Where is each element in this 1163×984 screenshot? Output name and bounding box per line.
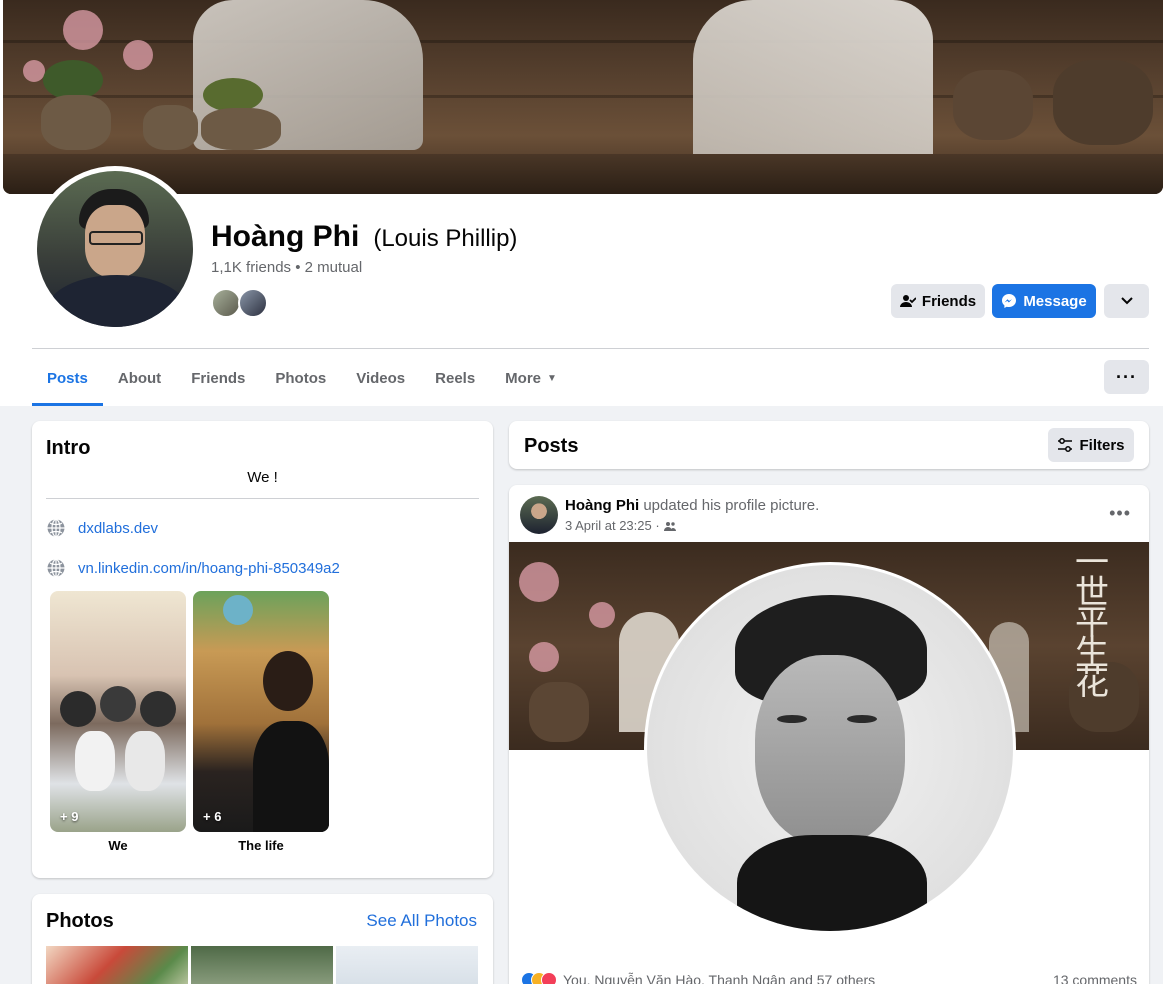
- see-all-photos-link[interactable]: See All Photos: [366, 911, 477, 931]
- posts-header-card: Posts Filters: [509, 421, 1149, 469]
- filters-label: Filters: [1079, 436, 1125, 454]
- featured-count: + 6: [203, 809, 222, 824]
- intro-bio: We !: [247, 469, 278, 486]
- post-reactions[interactable]: You, Nguyễn Văn Hào, Thanh Ngân and 57 o…: [521, 972, 875, 984]
- photo-thumbnail[interactable]: [191, 946, 333, 984]
- featured-collection-we[interactable]: + 9: [50, 591, 186, 832]
- friends-button[interactable]: Friends: [891, 284, 985, 318]
- post-author-line: Hoàng Phi updated his profile picture.: [565, 497, 819, 514]
- friends-button-label: Friends: [921, 292, 977, 310]
- message-button-label: Message: [1023, 292, 1087, 310]
- tab-reels[interactable]: Reels: [420, 350, 490, 406]
- messenger-icon: [1002, 294, 1017, 308]
- profile-tabs: Posts About Friends Photos Videos Reels …: [32, 350, 572, 406]
- photo-thumbnail[interactable]: [46, 946, 188, 984]
- tab-friends[interactable]: Friends: [176, 350, 260, 406]
- profile-alternate-name: (Louis Phillip): [373, 225, 518, 252]
- post-comments-count[interactable]: 13 comments: [1053, 972, 1137, 984]
- posts-title: Posts: [524, 435, 579, 457]
- featured-count: + 9: [60, 809, 79, 824]
- profile-name: Hoàng Phi: [211, 220, 360, 253]
- post-author-avatar[interactable]: [520, 496, 558, 534]
- post-card: Hoàng Phi updated his profile picture. 3…: [509, 485, 1149, 984]
- calligraphy-art: 一世 平生花: [1075, 543, 1109, 703]
- intro-link-website-text[interactable]: dxdlabs.dev: [78, 520, 158, 537]
- mutual-friend-avatar[interactable]: [211, 288, 241, 318]
- globe-icon: [47, 518, 65, 538]
- friends-summary[interactable]: 1,1K friends • 2 mutual: [211, 259, 362, 276]
- love-reaction-icon: [541, 972, 557, 984]
- post-options-icon[interactable]: •••: [1109, 503, 1131, 524]
- photos-card: Photos See All Photos: [32, 894, 493, 984]
- intro-title: Intro: [46, 437, 91, 459]
- photos-title: Photos: [46, 910, 114, 932]
- more-dots-icon: ···: [1116, 367, 1137, 387]
- featured-label: The life: [238, 838, 284, 853]
- header-divider: [32, 348, 1149, 349]
- friends-audience-icon: [663, 521, 676, 531]
- globe-icon: [47, 558, 65, 578]
- post-author-name[interactable]: Hoàng Phi: [565, 497, 639, 514]
- chevron-down-icon: [1120, 297, 1133, 305]
- intro-link-website[interactable]: dxdlabs.dev: [46, 518, 158, 538]
- tabs-options-button[interactable]: ···: [1104, 360, 1149, 394]
- friend-check-icon: [899, 295, 916, 307]
- caret-down-icon: ▼: [547, 372, 557, 384]
- post-action: updated his profile picture.: [643, 497, 820, 514]
- featured-collection-the-life[interactable]: + 6: [193, 591, 329, 832]
- featured-label: We: [108, 838, 128, 853]
- intro-link-linkedin-text[interactable]: vn.linkedin.com/in/hoang-phi-850349a2: [78, 560, 340, 577]
- sliders-icon: [1058, 438, 1073, 452]
- message-button[interactable]: Message: [992, 284, 1096, 318]
- cover-photo[interactable]: [3, 0, 1163, 194]
- filters-button[interactable]: Filters: [1048, 428, 1134, 462]
- post-meta: 3 April at 23:25 ·: [565, 518, 676, 533]
- profile-avatar[interactable]: [37, 171, 193, 327]
- post-profile-photo[interactable]: [647, 565, 1013, 931]
- profile-more-button[interactable]: [1104, 284, 1149, 318]
- photo-thumbnail[interactable]: [336, 946, 478, 984]
- tab-posts[interactable]: Posts: [32, 350, 103, 406]
- mutual-friend-avatar[interactable]: [238, 288, 268, 318]
- tab-videos[interactable]: Videos: [341, 350, 420, 406]
- tab-more-label: More: [505, 369, 542, 387]
- tab-more[interactable]: More ▼: [490, 350, 572, 406]
- post-timestamp[interactable]: 3 April at 23:25 ·: [565, 518, 660, 533]
- tab-about[interactable]: About: [103, 350, 176, 406]
- tab-photos[interactable]: Photos: [260, 350, 341, 406]
- reactions-summary[interactable]: You, Nguyễn Văn Hào, Thanh Ngân and 57 o…: [563, 972, 875, 984]
- intro-link-linkedin[interactable]: vn.linkedin.com/in/hoang-phi-850349a2: [46, 558, 340, 578]
- intro-card: Intro We ! dxdlabs.dev vn.linkedin.com/i…: [32, 421, 493, 878]
